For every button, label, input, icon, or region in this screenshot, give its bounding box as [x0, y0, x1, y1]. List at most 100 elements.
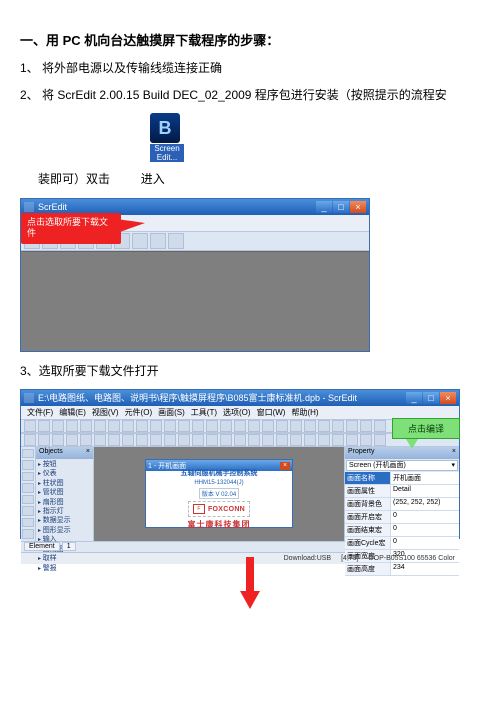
screen-window[interactable]: 1 - 开机画面 × 五轴伺服机械手控制系统 HHM15-132044(J) 版… [145, 459, 293, 528]
property-value[interactable]: Detail [391, 485, 459, 497]
toolbar-button[interactable] [206, 420, 218, 432]
toolbar-button[interactable] [132, 233, 148, 249]
object-item[interactable]: 管状图 [38, 488, 91, 497]
toolbar-button[interactable] [52, 434, 64, 446]
menu-item[interactable]: 选项(O) [223, 407, 251, 418]
toolbar-button[interactable] [346, 434, 358, 446]
toolbar-button[interactable] [38, 434, 50, 446]
toolbar-button[interactable] [122, 434, 134, 446]
toolbar-button[interactable] [66, 420, 78, 432]
toolbar-button[interactable] [108, 420, 120, 432]
toolbar-button[interactable] [192, 420, 204, 432]
property-row[interactable]: 画面开启宏0 [345, 511, 459, 524]
toolbar-button[interactable] [150, 420, 162, 432]
property-value[interactable]: 0 [391, 511, 459, 523]
tool-button[interactable] [22, 529, 34, 539]
toolbar-button[interactable] [136, 434, 148, 446]
toolbar-button[interactable] [290, 434, 302, 446]
maximize-button[interactable]: □ [423, 392, 439, 404]
inner-close-icon[interactable]: × [280, 462, 290, 470]
close-button[interactable]: × [350, 201, 366, 213]
property-row[interactable]: 画面背景色(252, 252, 252) [345, 498, 459, 511]
toolbar-button[interactable] [150, 233, 166, 249]
menu-item[interactable]: 工具(T) [191, 407, 217, 418]
property-selector[interactable]: Screen (开机画面)▾ [346, 460, 458, 471]
toolbar-button[interactable] [66, 434, 78, 446]
object-item[interactable]: 仪表 [38, 469, 91, 478]
toolbar-button[interactable] [374, 420, 386, 432]
property-row[interactable]: 画面属性Detail [345, 485, 459, 498]
toolbar-button[interactable] [346, 420, 358, 432]
toolbar-button[interactable] [220, 420, 232, 432]
toolbar-button[interactable] [38, 420, 50, 432]
menu-item[interactable]: 元件(O) [125, 407, 153, 418]
property-row[interactable]: 画面Cycle宏0 [345, 537, 459, 550]
toolbar-button[interactable] [262, 434, 274, 446]
toolbar-button[interactable] [178, 420, 190, 432]
toolbar-button[interactable] [304, 434, 316, 446]
toolbar-button[interactable] [80, 434, 92, 446]
close-button[interactable]: × [440, 392, 456, 404]
property-row[interactable]: 画面名称开机画面 [345, 472, 459, 485]
tool-button[interactable] [22, 495, 34, 505]
object-item[interactable]: 扇形图 [38, 498, 91, 507]
object-item[interactable]: 指示灯 [38, 507, 91, 516]
canvas-area[interactable]: 1 - 开机画面 × 五轴伺服机械手控制系统 HHM15-132044(J) 版… [94, 447, 344, 541]
tool-button[interactable] [22, 472, 34, 482]
object-item[interactable]: 数据显示 [38, 516, 91, 525]
toolbar-button[interactable] [248, 434, 260, 446]
titlebar[interactable]: E:\电路图纸、电路图、说明书\程序\触摸屏程序\B085富士康标准机.dpb … [21, 390, 459, 406]
minimize-button[interactable]: _ [406, 392, 422, 404]
tab-element[interactable]: Element [24, 542, 60, 551]
toolbar-button[interactable] [80, 420, 92, 432]
menu-item[interactable]: 窗口(W) [257, 407, 286, 418]
toolbar-button[interactable] [136, 420, 148, 432]
property-value[interactable]: 0 [391, 537, 459, 549]
toolbar-button[interactable] [206, 434, 218, 446]
object-item[interactable]: 柱状图 [38, 479, 91, 488]
tool-button[interactable] [22, 483, 34, 493]
object-item[interactable]: 取样 [38, 554, 91, 563]
property-value[interactable]: 234 [391, 563, 459, 575]
toolbar-button[interactable] [164, 434, 176, 446]
toolbar-button[interactable] [108, 434, 120, 446]
toolbar-button[interactable] [52, 420, 64, 432]
toolbar-button[interactable] [276, 420, 288, 432]
panel-close-icon[interactable]: × [452, 448, 456, 457]
tool-button[interactable] [22, 506, 34, 516]
toolbar-button[interactable] [234, 420, 246, 432]
toolbar-button[interactable] [374, 434, 386, 446]
toolbar-button[interactable] [290, 420, 302, 432]
object-item[interactable]: 图形显示 [38, 526, 91, 535]
toolbar-button[interactable] [318, 434, 330, 446]
object-item[interactable]: 按钮 [38, 460, 91, 469]
toolbar-button[interactable] [94, 420, 106, 432]
toolbar-button[interactable] [332, 434, 344, 446]
tool-button[interactable] [22, 518, 34, 528]
property-value[interactable]: (252, 252, 252) [391, 498, 459, 510]
toolbar-button[interactable] [318, 420, 330, 432]
toolbar-button[interactable] [248, 420, 260, 432]
property-value[interactable]: 0 [391, 524, 459, 536]
toolbar-button[interactable] [304, 420, 316, 432]
panel-close-icon[interactable]: × [86, 448, 90, 457]
menu-item[interactable]: 视图(V) [92, 407, 119, 418]
toolbar-button[interactable] [122, 420, 134, 432]
tool-button[interactable] [22, 460, 34, 470]
toolbar-button[interactable] [24, 420, 36, 432]
toolbar-button[interactable] [262, 420, 274, 432]
tool-button[interactable] [22, 449, 34, 459]
toolbar-button[interactable] [276, 434, 288, 446]
toolbar-button[interactable] [234, 434, 246, 446]
toolbar-button[interactable] [94, 434, 106, 446]
toolbar-button[interactable] [220, 434, 232, 446]
menu-item[interactable]: 文件(F) [27, 407, 53, 418]
toolbar-button[interactable] [168, 233, 184, 249]
property-row[interactable]: 画面结束宏0 [345, 524, 459, 537]
toolbar-button[interactable] [360, 420, 372, 432]
toolbar-button[interactable] [360, 434, 372, 446]
toolbar-button[interactable] [192, 434, 204, 446]
desktop-icon[interactable]: B Screen Edit... [150, 113, 184, 162]
menu-item[interactable]: 画面(S) [158, 407, 185, 418]
maximize-button[interactable]: □ [333, 201, 349, 213]
